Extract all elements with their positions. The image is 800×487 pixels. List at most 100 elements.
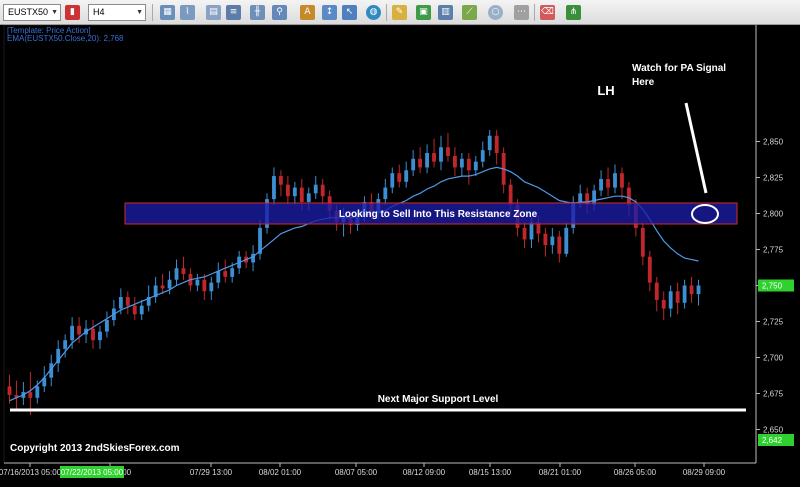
trendline-icon[interactable]: ⟋ xyxy=(462,5,477,20)
bull-candle xyxy=(425,153,429,168)
bull-candle xyxy=(306,193,311,202)
bull-candle xyxy=(487,135,492,151)
bear-candle xyxy=(125,297,130,306)
bear-candle xyxy=(77,325,81,335)
bull-candle xyxy=(529,222,534,240)
bear-candle xyxy=(620,173,624,188)
zoom-icon[interactable]: ⚲ xyxy=(272,5,287,20)
bear-candle xyxy=(661,299,666,309)
bear-candle xyxy=(432,153,436,162)
resistance-zone-label: Looking to Sell Into This Resistance Zon… xyxy=(339,209,538,220)
bear-candle xyxy=(508,184,513,205)
bull-candle xyxy=(139,305,144,315)
bull-candle xyxy=(404,170,409,182)
lower-price-label: 2,642 xyxy=(762,436,783,445)
bear-candle xyxy=(223,271,228,277)
circle-icon[interactable]: ○ xyxy=(488,5,503,20)
line-chart-icon[interactable]: ⌇ xyxy=(180,5,195,20)
bear-candle xyxy=(397,173,402,182)
eraser-icon[interactable]: ⌫ xyxy=(540,5,555,20)
bear-candle xyxy=(285,184,290,197)
bull-candle xyxy=(35,386,40,398)
bull-candle xyxy=(383,187,388,200)
bull-candle xyxy=(230,268,235,277)
bear-candle xyxy=(299,187,304,202)
bull-candle xyxy=(480,150,485,162)
date-axis-label: 07/29 13:00 xyxy=(190,468,233,477)
toolbar-divider xyxy=(386,4,387,21)
bear-candle xyxy=(453,155,457,168)
bear-candle xyxy=(418,158,423,168)
current-price-label: 2,750 xyxy=(762,282,783,291)
bear-candle xyxy=(647,256,652,283)
toolbar-divider xyxy=(152,4,153,21)
bear-candle xyxy=(91,328,95,341)
bull-candle xyxy=(272,176,276,200)
tree-icon[interactable]: ⋔ xyxy=(566,5,581,20)
cursor-icon[interactable]: ↖ xyxy=(342,5,357,20)
bear-candle xyxy=(606,178,610,188)
bull-candle xyxy=(459,158,464,168)
bear-candle xyxy=(557,236,562,254)
date-axis-label: 08/15 13:00 xyxy=(469,468,512,477)
bull-candle xyxy=(613,173,617,188)
settings-icon[interactable]: ≡ xyxy=(226,5,241,20)
bull-candle xyxy=(439,147,443,162)
measure-icon[interactable]: ↕ xyxy=(322,5,337,20)
chart-toolbar: EUSTX50 ▼ ▮ H4 ▼ ▦ ⌇ ▤ ≡ ╫ ⚲ A ↕ ↖ ◍ ✎ ▣… xyxy=(0,0,800,25)
dots-icon[interactable]: ⋯ xyxy=(514,5,529,20)
pencil-icon[interactable]: ✎ xyxy=(392,5,407,20)
date-axis-label: 08/29 09:00 xyxy=(683,468,726,477)
bear-candle xyxy=(132,305,137,315)
bull-candle xyxy=(292,187,297,197)
bear-candle xyxy=(279,176,283,185)
bear-candle xyxy=(654,282,659,300)
chart-canvas[interactable]: 2,850 2,825 2,800 2,775 2,750 2,725 2,700 2,675… xyxy=(0,25,800,487)
bull-candle xyxy=(313,184,318,194)
bull-candle xyxy=(390,173,395,188)
price-axis-label: 2,650 xyxy=(763,426,784,435)
bear-candle xyxy=(7,386,12,395)
symbol-select[interactable]: EUSTX50 ▼ xyxy=(3,4,61,21)
highlighted-date-label: 07/22/2013 05:00 xyxy=(61,468,124,477)
bear-candle xyxy=(640,227,645,257)
price-axis-label: 2,725 xyxy=(763,318,784,327)
bear-candle xyxy=(320,184,325,197)
bear-candle xyxy=(522,227,527,240)
bear-candle xyxy=(494,135,499,154)
bull-candle xyxy=(682,285,687,303)
bull-candle xyxy=(668,291,673,309)
support-level-label: Next Major Support Level xyxy=(378,394,499,405)
image-icon[interactable]: ▣ xyxy=(416,5,431,20)
bull-candle xyxy=(216,271,221,283)
price-chart[interactable]: 2,850 2,825 2,800 2,775 2,750 2,725 2,700 2,675… xyxy=(0,25,800,487)
date-axis-label: 08/21 01:00 xyxy=(539,468,582,477)
grid-icon[interactable]: ▦ xyxy=(160,5,175,20)
symbol-value: EUSTX50 xyxy=(8,7,49,17)
candle-style-icon[interactable]: ▮ xyxy=(65,5,80,20)
price-axis-label: 2,675 xyxy=(763,390,784,399)
bar-style-icon[interactable]: ╫ xyxy=(250,5,265,20)
bull-candle xyxy=(167,279,172,289)
date-axis-label: 08/07 05:00 xyxy=(335,468,378,477)
lower-high-label: LH xyxy=(597,83,614,98)
bull-candle xyxy=(696,285,701,295)
chart-type-icon[interactable]: ▥ xyxy=(438,5,453,20)
bull-candle xyxy=(118,297,123,309)
chevron-down-icon: ▼ xyxy=(51,9,58,16)
bear-candle xyxy=(627,187,631,205)
globe-icon[interactable]: ◍ xyxy=(366,5,381,20)
price-axis-label: 2,850 xyxy=(763,138,784,147)
indicator-label: EMA(EUSTX50.Close,20): 2,768 xyxy=(7,34,124,43)
toolbar-divider xyxy=(534,4,535,21)
panel-icon[interactable]: ▤ xyxy=(206,5,221,20)
bear-candle xyxy=(675,291,680,303)
bear-candle xyxy=(202,279,207,292)
bull-candle xyxy=(174,268,179,280)
bull-candle xyxy=(63,340,68,349)
bear-candle xyxy=(446,147,450,156)
timeframe-select[interactable]: H4 ▼ xyxy=(88,4,146,21)
price-axis-label: 2,775 xyxy=(763,246,784,255)
bear-candle xyxy=(689,285,694,295)
text-icon[interactable]: A xyxy=(300,5,315,20)
